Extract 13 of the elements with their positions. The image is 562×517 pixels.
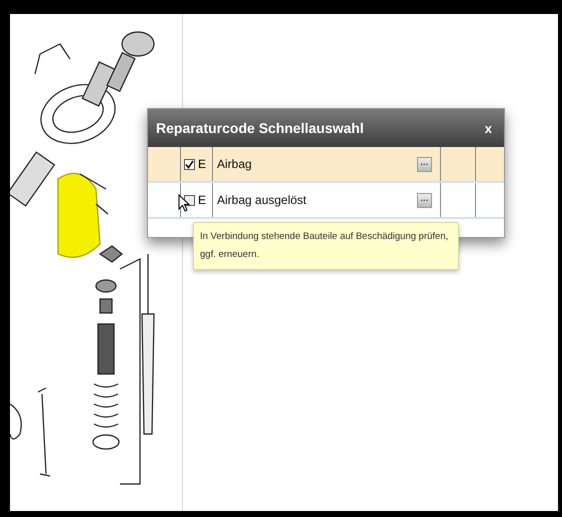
table-row[interactable]: E Airbag ···: [148, 147, 504, 183]
repair-code-label: Airbag: [217, 157, 252, 171]
more-button[interactable]: ···: [417, 156, 432, 172]
code-text: E: [198, 193, 206, 207]
repair-code-label: Airbag ausgelöst: [217, 193, 306, 207]
tooltip: In Verbindung stehende Bauteile auf Beschädigung prüfen, ggf. erneuern.: [193, 222, 459, 270]
mouse-pointer-icon: [178, 194, 190, 212]
more-button[interactable]: ···: [417, 192, 432, 208]
close-button[interactable]: x: [482, 120, 494, 136]
table-row[interactable]: E Airbag ausgelöst ···: [148, 183, 504, 219]
code-text: E: [198, 157, 206, 171]
checkbox[interactable]: [184, 158, 195, 170]
dialog-title: Reparaturcode Schnellauswahl: [156, 120, 364, 136]
